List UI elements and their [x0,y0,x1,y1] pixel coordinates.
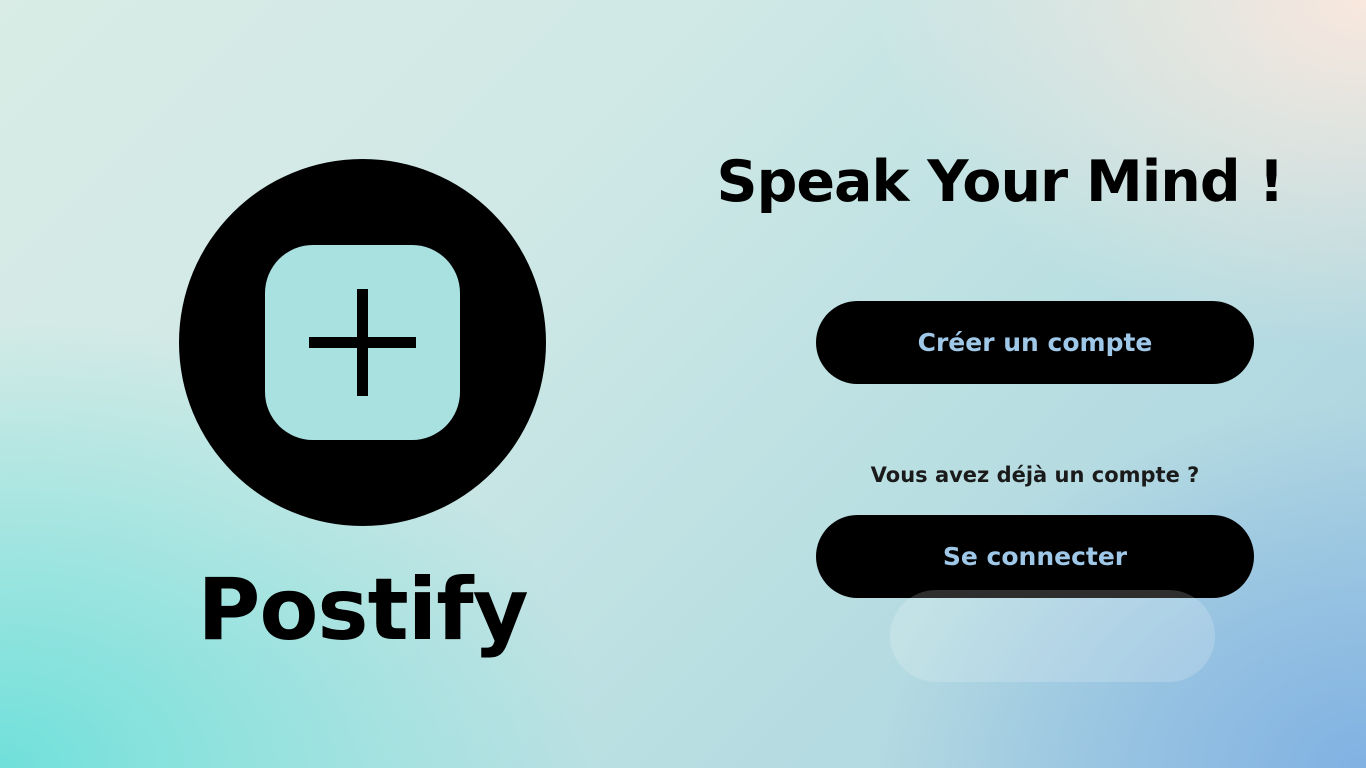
already-have-account-text: Vous avez déjà un compte ? [870,463,1200,487]
logo-icon [179,159,546,526]
headline: Speak Your Mind ! [716,149,1285,215]
create-account-button[interactable]: Créer un compte [816,301,1254,384]
plus-square-icon [265,245,460,440]
brand-name: Postify [197,560,528,660]
decorative-shape [890,590,1215,682]
plus-vertical-bar [357,289,368,396]
login-button[interactable]: Se connecter [816,515,1254,598]
